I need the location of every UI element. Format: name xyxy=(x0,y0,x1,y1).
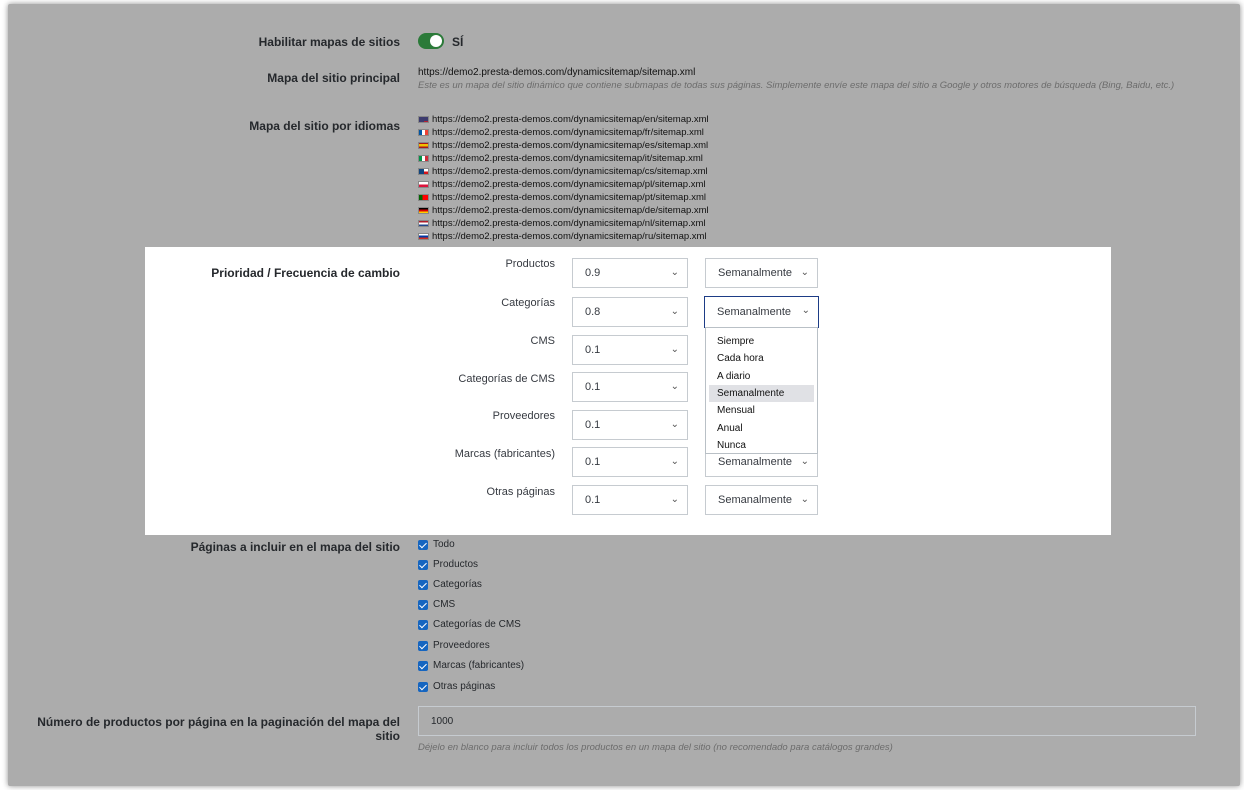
priority-row-label: Marcas (fabricantes) xyxy=(454,448,555,460)
checkbox-checked-icon xyxy=(418,640,428,651)
enable-sitemaps-label: Habilitar mapas de sitios xyxy=(258,35,400,49)
lang-sitemap-item[interactable]: https://demo2.presta-demos.com/dynamicsi… xyxy=(418,191,709,204)
dropdown-option[interactable]: Anual xyxy=(709,419,814,436)
lang-sitemap-item[interactable]: https://demo2.presta-demos.com/dynamicsi… xyxy=(418,113,709,126)
main-sitemap-hint: Este es un mapa del sitio dinámico que c… xyxy=(418,80,1175,91)
lang-sitemap-item[interactable]: https://demo2.presta-demos.com/dynamicsi… xyxy=(418,152,709,165)
lang-sitemap-item[interactable]: https://demo2.presta-demos.com/dynamicsi… xyxy=(418,139,709,152)
chevron-down-icon: ⌄ xyxy=(800,456,809,467)
lang-sitemap-list: https://demo2.presta-demos.com/dynamicsi… xyxy=(418,113,709,243)
products-per-page-hint: Déjelo en blanco para incluir todos los … xyxy=(418,742,893,753)
chevron-down-icon: ⌄ xyxy=(670,419,679,430)
priority-label: Prioridad / Frecuencia de cambio xyxy=(211,266,400,280)
chevron-down-icon: ⌄ xyxy=(670,494,679,505)
enable-sitemaps-value: SÍ xyxy=(452,35,464,49)
priority-row-label: Proveedores xyxy=(492,410,555,422)
products-per-page-input[interactable]: 1000 xyxy=(418,706,1196,736)
lang-sitemap-item[interactable]: https://demo2.presta-demos.com/dynamicsi… xyxy=(418,230,709,243)
pages-include-checkbox[interactable]: Marcas (fabricantes) xyxy=(418,660,524,671)
main-sitemap-label: Mapa del sitio principal xyxy=(267,71,400,85)
lang-sitemap-label: Mapa del sitio por idiomas xyxy=(249,119,400,133)
pages-include-checkbox[interactable]: Todo xyxy=(418,539,455,550)
chevron-down-icon: ⌄ xyxy=(670,381,679,392)
flag-cs-icon xyxy=(418,168,429,175)
checkbox-checked-icon xyxy=(418,619,428,630)
lang-sitemap-item[interactable]: https://demo2.presta-demos.com/dynamicsi… xyxy=(418,126,709,139)
checkbox-checked-icon xyxy=(418,660,428,671)
flag-en-icon xyxy=(418,116,429,123)
pages-include-checkbox[interactable]: Otras páginas xyxy=(418,681,495,692)
dropdown-option[interactable]: Siempre xyxy=(709,333,814,350)
priority-select[interactable]: 0.9 ⌄ xyxy=(572,258,688,288)
priority-row-label: Categorías xyxy=(501,297,555,309)
pages-include-checkbox[interactable]: Categorías xyxy=(418,579,482,590)
priority-select[interactable]: 0.1 ⌄ xyxy=(572,410,688,440)
flag-pl-icon xyxy=(418,181,429,188)
flag-nl-icon xyxy=(418,220,429,227)
dropdown-option[interactable]: Mensual xyxy=(709,402,814,419)
products-per-page-label: Número de productos por página en la pag… xyxy=(37,715,400,743)
pages-include-checkbox[interactable]: Productos xyxy=(418,559,478,570)
frequency-select[interactable]: Semanalmente ⌄ xyxy=(704,296,819,328)
chevron-down-icon: ⌄ xyxy=(670,267,679,278)
flag-pt-icon xyxy=(418,194,429,201)
dropdown-option[interactable]: Cada hora xyxy=(709,350,814,367)
frequency-dropdown-menu: Siempre Cada hora A diario Semanalmente … xyxy=(705,327,818,454)
priority-select[interactable]: 0.1 ⌄ xyxy=(572,485,688,515)
flag-de-icon xyxy=(418,207,429,214)
lang-sitemap-item[interactable]: https://demo2.presta-demos.com/dynamicsi… xyxy=(418,204,709,217)
priority-select[interactable]: 0.8 ⌄ xyxy=(572,297,688,327)
frequency-select[interactable]: Semanalmente ⌄ xyxy=(705,258,818,288)
chevron-down-icon: ⌄ xyxy=(670,456,679,467)
main-sitemap-url[interactable]: https://demo2.presta-demos.com/dynamicsi… xyxy=(418,67,695,78)
dropdown-option[interactable]: Nunca xyxy=(709,437,814,454)
enable-sitemaps-toggle[interactable] xyxy=(418,33,444,49)
dropdown-option[interactable]: A diario xyxy=(709,368,814,385)
lang-sitemap-item[interactable]: https://demo2.presta-demos.com/dynamicsi… xyxy=(418,217,709,230)
flag-es-icon xyxy=(418,142,429,149)
checkbox-checked-icon xyxy=(418,579,428,590)
checkbox-checked-icon xyxy=(418,559,428,570)
frequency-select[interactable]: Semanalmente ⌄ xyxy=(705,485,818,515)
checkbox-checked-icon xyxy=(418,599,428,610)
chevron-down-icon: ⌄ xyxy=(670,344,679,355)
lang-sitemap-item[interactable]: https://demo2.presta-demos.com/dynamicsi… xyxy=(418,178,709,191)
chevron-down-icon: ⌄ xyxy=(800,267,809,278)
chevron-down-icon: ⌄ xyxy=(670,306,679,317)
priority-row-label: Categorías de CMS xyxy=(458,373,555,385)
priority-row-label: Productos xyxy=(505,258,555,270)
flag-fr-icon xyxy=(418,129,429,136)
flag-it-icon xyxy=(418,155,429,162)
dropdown-option-selected[interactable]: Semanalmente xyxy=(709,384,814,403)
priority-row-label: Otras páginas xyxy=(486,486,555,498)
chevron-down-icon: ⌄ xyxy=(801,305,810,316)
pages-include-checkbox[interactable]: Proveedores xyxy=(418,640,490,651)
pages-include-checkbox[interactable]: Categorías de CMS xyxy=(418,619,521,630)
checkbox-checked-icon xyxy=(418,681,428,692)
priority-select[interactable]: 0.1 ⌄ xyxy=(572,372,688,402)
priority-select[interactable]: 0.1 ⌄ xyxy=(572,335,688,365)
chevron-down-icon: ⌄ xyxy=(800,494,809,505)
pages-include-label: Páginas a incluir en el mapa del sitio xyxy=(190,540,400,554)
priority-row-label: CMS xyxy=(530,335,555,347)
priority-select[interactable]: 0.1 ⌄ xyxy=(572,447,688,477)
lang-sitemap-item[interactable]: https://demo2.presta-demos.com/dynamicsi… xyxy=(418,165,709,178)
flag-ru-icon xyxy=(418,233,429,240)
checkbox-checked-icon xyxy=(418,539,428,550)
toggle-knob xyxy=(430,35,442,47)
pages-include-checkbox[interactable]: CMS xyxy=(418,599,455,610)
